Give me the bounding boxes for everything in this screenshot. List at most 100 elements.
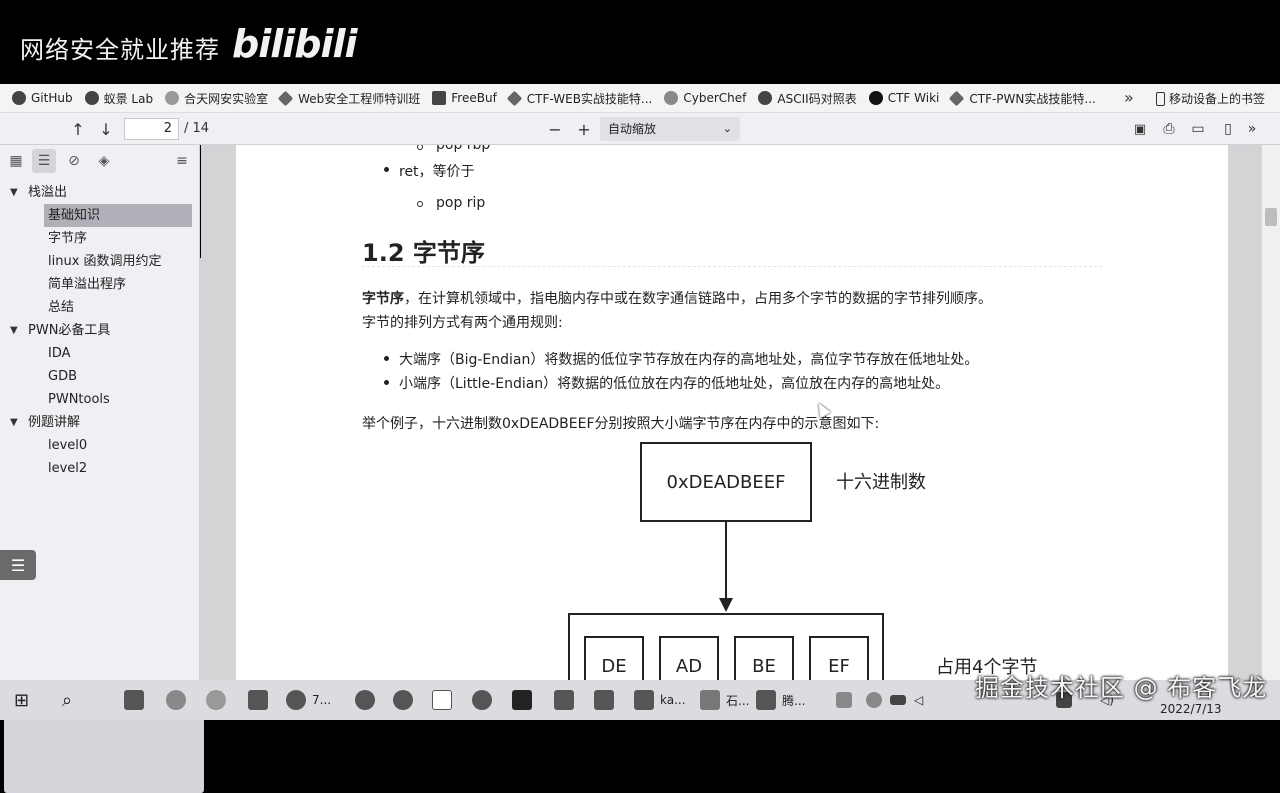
bullet (384, 380, 389, 385)
bullet (384, 356, 389, 361)
menu-icon: ☰ (10, 555, 26, 575)
tools-button[interactable]: » (1240, 117, 1264, 141)
bookmark-yijing-lab[interactable]: 蚁景 Lab (84, 90, 153, 107)
outline-item[interactable]: PWNtools (0, 388, 200, 411)
presentation-mode-button[interactable]: ▣ (1128, 117, 1152, 141)
outline-item[interactable]: IDA (0, 342, 200, 365)
expand-triangle-icon[interactable]: ▼ (10, 181, 18, 204)
taskbar-app[interactable] (355, 688, 381, 712)
hollow-bullet (417, 145, 423, 150)
search-button[interactable]: ⌕ (62, 688, 72, 712)
taskbar-app[interactable] (512, 688, 538, 712)
previous-page-button[interactable]: ↑ (66, 117, 90, 141)
app-icon (166, 690, 186, 710)
print-button[interactable]: ⎙ (1157, 117, 1181, 141)
bookmark-ctf-wiki[interactable]: CTF Wiki (868, 91, 939, 105)
taskbar-app-kali[interactable]: ka... (634, 688, 686, 712)
zoom-select[interactable]: 自动缩放 ⌄ (600, 117, 740, 141)
outline-item[interactable]: 字节序 (0, 227, 200, 250)
floating-menu-button[interactable]: ☰ (0, 550, 36, 580)
app-icon (700, 690, 720, 710)
taskbar-app[interactable] (472, 688, 498, 712)
bilibili-logo: bilibili (232, 22, 358, 66)
outline-item[interactable]: ▼ PWN必备工具 (0, 319, 200, 342)
bookmark-ascii[interactable]: ASCII码对照表 (758, 90, 857, 107)
open-file-button[interactable]: ▭ (1186, 117, 1210, 141)
bookmark-hetian[interactable]: 合天网安实验室 (165, 90, 268, 107)
outline-item[interactable]: level0 (0, 434, 200, 457)
paragraph-line-2: 字节的排列方式有两个通用规则: (362, 315, 563, 331)
taskbar-app[interactable] (166, 688, 192, 712)
mobile-bookmarks-folder[interactable]: 移动设备上的书签 (1156, 90, 1265, 107)
bookmark-web-training[interactable]: Web安全工程师特训班 (277, 90, 420, 107)
start-button[interactable]: ⊞ (14, 688, 29, 712)
outline-item[interactable]: linux 函数调用约定 (0, 250, 200, 273)
site-icon (277, 90, 294, 106)
bookmark-button[interactable]: ▯ (1216, 117, 1240, 141)
big-endian-item: 大端序（Big-Endian）将数据的低位字节存放在内存的高地址处，高位字节存放… (399, 352, 979, 368)
taskbar-app[interactable] (594, 688, 620, 712)
volume-icon[interactable]: ◁ (914, 688, 923, 712)
scrollbar-thumb[interactable] (1265, 208, 1277, 226)
example-line: 举个例子，十六进制数0xDEADBEEF分别按照大小端字节序在内存中的示意图如下… (362, 416, 880, 432)
outline-item[interactable]: 总结 (0, 296, 200, 319)
byte-box: EF (809, 636, 869, 680)
site-icon (758, 91, 773, 105)
taskbar-app[interactable] (248, 688, 274, 712)
pdf-page: pop rbp ret，等价于 pop rip 1.2 字节序 字节序，在计算机… (236, 145, 1228, 680)
app-icon (554, 690, 574, 710)
outline-options-button[interactable]: ≡ (170, 149, 194, 173)
next-page-button[interactable]: ↓ (94, 117, 118, 141)
outline-item[interactable]: GDB (0, 365, 200, 388)
paragraph-line-1: 字节序，在计算机领域中，指电脑内存中或在数字通信链路中，占用多个字节的数据的字节… (362, 291, 992, 307)
taskbar-app-tencent[interactable]: 腾... (756, 688, 805, 712)
app-icon (472, 690, 492, 710)
outline-tab[interactable]: ☰ (32, 149, 56, 173)
expand-triangle-icon[interactable]: ▼ (10, 411, 18, 434)
bookmark-freebuf[interactable]: FreeBuf (432, 91, 497, 105)
battery-icon[interactable] (890, 688, 912, 712)
taskbar-app-stone[interactable]: 石... (700, 688, 749, 712)
bookmarks-bar: GitHub 蚁景 Lab 合天网安实验室 Web安全工程师特训班 FreeBu… (0, 84, 1280, 113)
bookmarks-overflow-button[interactable]: » (1124, 88, 1134, 107)
app-icon (594, 690, 614, 710)
outline-item[interactable]: 基础知识 (0, 204, 200, 227)
tray-icon[interactable] (866, 688, 888, 712)
attachments-tab[interactable]: ⊘ (62, 149, 86, 173)
zoom-in-button[interactable]: + (572, 117, 596, 141)
outline-item[interactable]: 简单溢出程序 (0, 273, 200, 296)
bookmark-ctf-pwn[interactable]: CTF-PWN实战技能特... (949, 90, 1096, 107)
taskbar-app[interactable] (432, 688, 458, 712)
app-icon (124, 690, 144, 710)
presentation-icon: ▣ (1133, 121, 1147, 137)
taskbar-app[interactable] (206, 688, 232, 712)
hex-number-label: 十六进制数 (836, 472, 926, 493)
outline-item[interactable]: ▼ 栈溢出 (0, 181, 200, 204)
taskbar-app-firefox[interactable]: 7... (286, 688, 331, 712)
outline-item[interactable]: level2 (0, 457, 200, 480)
list-options-icon: ≡ (176, 153, 188, 169)
byte-box: DE (584, 636, 644, 680)
bookmark-ctf-web[interactable]: CTF-WEB实战技能特... (506, 90, 652, 107)
layers-tab[interactable]: ◈ (92, 149, 116, 173)
outline-item[interactable]: ▼ 例题讲解 (0, 411, 200, 434)
zoom-out-button[interactable]: − (543, 117, 567, 141)
print-icon: ⎙ (1163, 121, 1175, 137)
little-endian-item: 小端序（Little-Endian）将数据的低位放在内存的低地址处，高位放在内存… (399, 376, 950, 392)
tray-app-icon (866, 692, 882, 708)
pdf-viewer[interactable]: pop rbp ret，等价于 pop rip 1.2 字节序 字节序，在计算机… (201, 145, 1280, 680)
expand-triangle-icon[interactable]: ▼ (10, 319, 18, 342)
tray-icon[interactable] (836, 688, 858, 712)
bookmark-github[interactable]: GitHub (12, 91, 73, 105)
page-number-input[interactable]: 2 (124, 118, 179, 140)
bookmark-cyberchef[interactable]: CyberChef (664, 91, 746, 105)
thumbnails-tab[interactable]: ▦ (4, 149, 28, 173)
bookmark-icon: ▯ (1224, 121, 1232, 137)
taskbar-app[interactable] (393, 688, 419, 712)
folder-icon: ▭ (1191, 121, 1205, 137)
sidebar-tabs: ▦ ☰ ⊘ ◈ ≡ (0, 145, 200, 177)
taskbar-app[interactable] (124, 688, 150, 712)
clipped-text-line: pop rbp (436, 145, 491, 153)
taskbar-app[interactable] (554, 688, 580, 712)
tray-app-icon (836, 692, 852, 708)
